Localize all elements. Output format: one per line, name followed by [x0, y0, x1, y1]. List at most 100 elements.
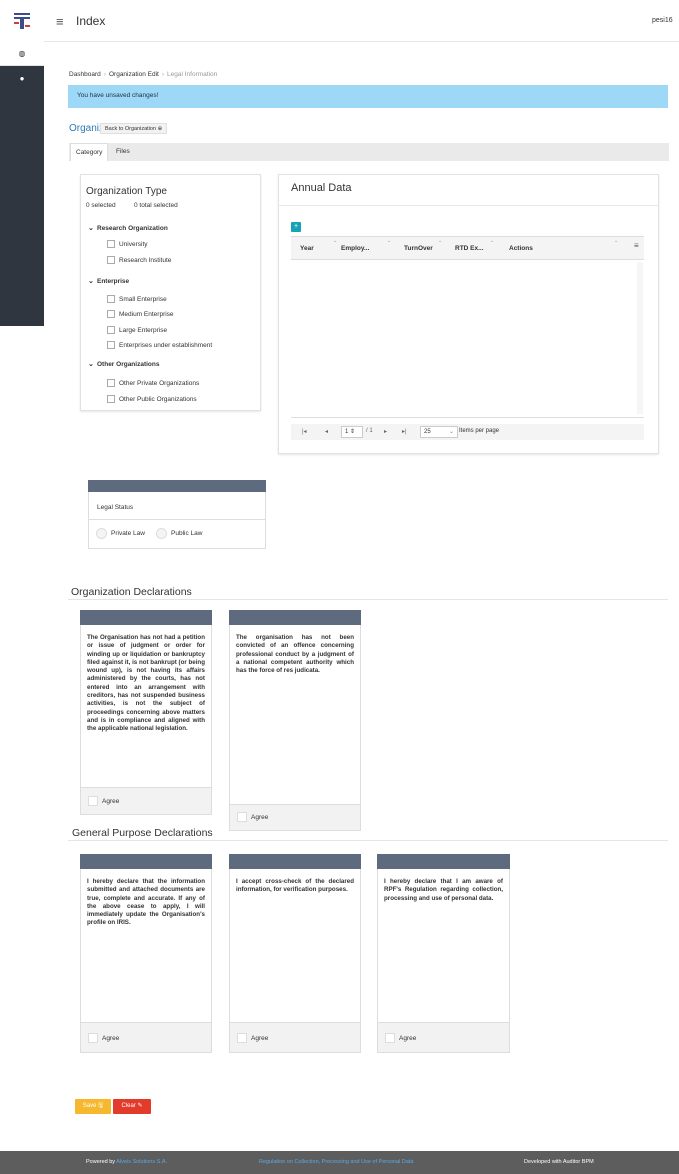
top-bar: [44, 0, 679, 42]
powered-by: Powered by Alveis Solutions S.A.: [86, 1159, 167, 1165]
checkbox[interactable]: [107, 256, 115, 264]
option-other-public[interactable]: Other Public Organizations: [107, 395, 197, 403]
user-name[interactable]: pesi16: [652, 17, 673, 24]
checkbox[interactable]: [107, 379, 115, 387]
group-research-organization[interactable]: ⌄ Research Organization: [88, 224, 168, 232]
agree-checkbox[interactable]: Agree: [88, 1033, 119, 1043]
agree-checkbox[interactable]: Agree: [385, 1033, 416, 1043]
column-year[interactable]: Year: [300, 245, 314, 252]
checkbox[interactable]: [107, 295, 115, 303]
group-label: Other Organizations: [97, 361, 160, 368]
checkbox[interactable]: [88, 1033, 98, 1043]
declaration-header: [229, 610, 361, 625]
checkbox[interactable]: [107, 310, 115, 318]
declaration-text: The Organisation has not had a petition …: [87, 634, 205, 733]
agree-checkbox[interactable]: Agree: [237, 1033, 268, 1043]
option-medium-enterprise[interactable]: Medium Enterprise: [107, 310, 174, 318]
sort-chevron-icon[interactable]: ⌄: [490, 238, 494, 244]
radio-private-law[interactable]: Private Law: [96, 528, 145, 539]
declaration-text: I hereby declare that the information su…: [87, 878, 205, 927]
agree-label: Agree: [102, 797, 120, 805]
breadcrumb-org-edit[interactable]: Organization Edit: [109, 71, 159, 78]
page-title: Index: [76, 14, 106, 28]
column-rtd-expenses[interactable]: RTD Ex...: [455, 245, 484, 252]
checkbox[interactable]: [107, 326, 115, 334]
divider: [68, 599, 668, 600]
company-link[interactable]: Alveis Solutions S.A.: [116, 1159, 167, 1165]
chevron-down-icon: ⌄: [448, 429, 454, 435]
option-label: Research Institute: [119, 256, 172, 264]
option-label: Other Private Organizations: [119, 379, 200, 387]
option-research-institute[interactable]: Research Institute: [107, 256, 171, 264]
user-icon: ●: [19, 73, 25, 83]
group-label: Enterprise: [97, 278, 130, 285]
checkbox[interactable]: [107, 240, 115, 248]
unsaved-alert: You have unsaved changes!: [68, 85, 668, 108]
group-enterprise[interactable]: ⌄ Enterprise: [88, 277, 129, 285]
organization-type-title: Organization Type: [86, 186, 167, 197]
option-other-private[interactable]: Other Private Organizations: [107, 379, 199, 387]
checkbox[interactable]: [237, 812, 247, 822]
grid-body: [291, 260, 644, 418]
general-purpose-declarations-title: General Purpose Declarations: [72, 827, 213, 839]
clear-button[interactable]: Clear ✎: [113, 1099, 151, 1114]
radio-button[interactable]: [156, 528, 167, 539]
option-university[interactable]: University: [107, 240, 148, 248]
option-label: University: [119, 240, 148, 248]
tab-category[interactable]: Category: [70, 143, 109, 161]
agree-checkbox[interactable]: Agree: [237, 812, 268, 822]
declaration-header: [377, 854, 510, 869]
back-to-organization-button[interactable]: Back to Organization ⊕: [100, 123, 168, 134]
checkbox[interactable]: [385, 1033, 395, 1043]
legal-status-card: [88, 492, 266, 549]
column-menu-icon[interactable]: ≡: [634, 241, 639, 250]
last-page-icon[interactable]: ▸|: [402, 428, 407, 435]
radio-button[interactable]: [96, 528, 107, 539]
first-page-icon[interactable]: |◂: [302, 428, 307, 435]
checkbox[interactable]: [237, 1033, 247, 1043]
column-actions[interactable]: Actions: [509, 245, 533, 252]
agree-label: Agree: [399, 1034, 417, 1042]
column-turnover[interactable]: TurnOver: [404, 245, 433, 252]
option-label: Large Enterprise: [119, 326, 168, 334]
sort-chevron-icon[interactable]: ⌄: [438, 238, 442, 244]
sidebar-item-dashboard[interactable]: ◍: [0, 42, 44, 66]
tab-files[interactable]: Files: [111, 143, 135, 161]
save-button[interactable]: Save 🖫: [75, 1099, 111, 1114]
agree-label: Agree: [102, 1034, 120, 1042]
chevron-down-icon: ⌄: [88, 278, 94, 285]
breadcrumb-dashboard[interactable]: Dashboard: [69, 71, 101, 78]
agree-checkbox[interactable]: Agree: [88, 796, 119, 806]
sort-chevron-icon[interactable]: ⌄: [333, 238, 337, 244]
declaration-text: I accept cross-check of the declared inf…: [236, 878, 354, 894]
total-selected-count: 0 total selected: [134, 202, 178, 209]
checkbox[interactable]: [88, 796, 98, 806]
legal-status-label: Legal Status: [97, 504, 134, 511]
vertical-scrollbar[interactable]: [637, 262, 643, 414]
sidebar-item-user[interactable]: ●: [0, 66, 44, 90]
option-small-enterprise[interactable]: Small Enterprise: [107, 295, 167, 303]
group-other-organizations[interactable]: ⌄ Other Organizations: [88, 360, 159, 368]
checkbox[interactable]: [107, 395, 115, 403]
breadcrumb-current: Legal Information: [167, 71, 218, 78]
app-logo[interactable]: [0, 0, 44, 42]
divider: [68, 840, 668, 841]
sort-chevron-icon[interactable]: ⌄: [614, 238, 618, 244]
page-input[interactable]: 1 ⇕: [341, 426, 363, 438]
legal-status-header: [88, 480, 266, 492]
logo-icon: [14, 13, 30, 29]
next-page-icon[interactable]: ▸: [384, 428, 387, 435]
checkbox[interactable]: [107, 341, 115, 349]
option-large-enterprise[interactable]: Large Enterprise: [107, 326, 167, 334]
divider: [278, 205, 659, 206]
hamburger-menu-icon[interactable]: ≡: [56, 15, 64, 28]
previous-page-icon[interactable]: ◂: [325, 428, 328, 435]
regulation-link[interactable]: Regulation on Collection, Processing and…: [259, 1159, 413, 1165]
radio-public-law[interactable]: Public Law: [156, 528, 202, 539]
sort-chevron-icon[interactable]: ⌄: [387, 238, 391, 244]
declaration-text: I hereby declare that I am aware of RPF'…: [384, 878, 503, 902]
add-row-button[interactable]: +: [291, 222, 301, 232]
option-enterprises-under-establishment[interactable]: Enterprises under establishment: [107, 341, 212, 349]
page-size-select[interactable]: 25 ⌄: [420, 426, 458, 438]
column-employees[interactable]: Employ...: [341, 245, 369, 252]
